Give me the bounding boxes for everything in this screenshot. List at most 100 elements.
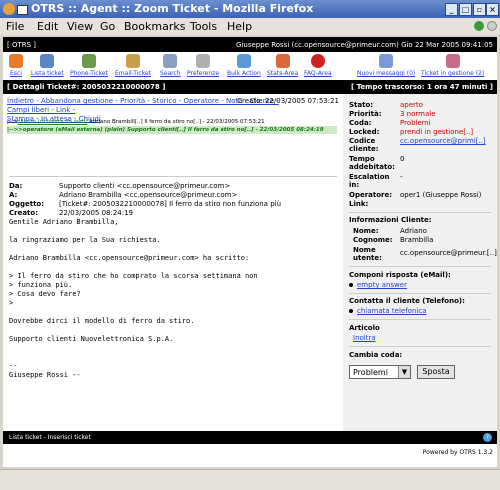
logout-icon (9, 54, 23, 68)
article-section-title: Articolo (349, 324, 380, 332)
divider (349, 293, 491, 294)
thread-item-selected[interactable]: |-->>operatore (eMail esterna) (plain) S… (7, 126, 337, 134)
preferences-button[interactable]: Preferenze (187, 54, 219, 77)
customer-id-link[interactable]: cc.opensource@primi[..] (400, 137, 486, 145)
new-messages-icon (379, 54, 394, 68)
username-value: cc.opensource@primeur.[..] (400, 249, 497, 257)
divider (349, 319, 491, 320)
agent-icon (445, 54, 460, 68)
new-messages-button[interactable]: Nuovi messaggi (0) (357, 54, 415, 77)
minimize-icon[interactable]: _ (445, 3, 458, 16)
customer-id-label: Codice cliente: (349, 137, 379, 153)
bulk-action-icon (236, 54, 251, 68)
last-name-label: Cognome: (353, 236, 393, 244)
escalation-label: Escalation in: (349, 173, 390, 189)
locked-link[interactable]: prendi in gestione[..] (400, 128, 473, 136)
to-label: A: (9, 191, 18, 199)
otrs-brand: [ OTRS ] (7, 41, 37, 49)
user-info: Giuseppe Rossi (cc.opensource@primeur.co… (236, 41, 493, 49)
close-window-icon[interactable]: × (486, 3, 499, 16)
empty-answer-item[interactable]: empty answer (349, 281, 407, 289)
forward-link[interactable]: Inoltra (353, 334, 376, 342)
divider (349, 212, 491, 213)
window-title: OTRS :: Agent :: Zoom Ticket - Mozilla F… (31, 2, 314, 15)
bullet-icon (349, 283, 353, 287)
bulk-action-button[interactable]: Bulk Action (227, 54, 261, 77)
to-value: Adriano Brambilla <cc.opensource@primeur… (59, 191, 238, 199)
username-label: Nome utente: (353, 246, 382, 262)
customer-info-title: Informazioni Cliente: (349, 216, 432, 224)
escalation-value: - (400, 173, 403, 181)
faq-area-button[interactable]: FAQ-Area (304, 54, 332, 77)
from-label: Da: (9, 182, 23, 190)
close-tab-icon[interactable] (487, 21, 497, 31)
link-label: Link: (349, 200, 369, 208)
article-created-label: Creato: (9, 209, 39, 217)
owner-label: Operatore: (349, 191, 393, 199)
bullet-icon (349, 309, 353, 313)
chevron-down-icon: ▼ (398, 366, 410, 378)
article-thread: |-->cliente (richiesta da web) Adriano B… (7, 118, 337, 134)
menu-edit[interactable]: Edit (37, 20, 58, 33)
first-name-value: Adriano (400, 227, 427, 235)
search-icon (163, 54, 178, 68)
faq-icon (310, 54, 325, 68)
firefox-icon[interactable] (3, 3, 15, 15)
ticket-info-panel: Stato: aperto Priorità: 3 normale Coda: … (343, 94, 497, 431)
window-menu-icon[interactable] (17, 5, 28, 15)
time-accounted-value: 0 (400, 155, 405, 163)
menu-tools[interactable]: Tools (190, 20, 217, 33)
priority-value: 3 normale (400, 110, 436, 118)
time-accounted-label: Tempo addebitato: (349, 155, 395, 171)
list-icon (40, 54, 55, 68)
ticket-title: [ Dettagli Ticket#: 2005032210000078 ] (7, 83, 166, 91)
priority-label: Priorità: (349, 110, 382, 118)
queue-label: Coda: (349, 119, 372, 127)
powered-by: Powered by OTRS 1.3.2 (422, 449, 493, 456)
menu-view[interactable]: View (67, 20, 93, 33)
stats-icon (275, 54, 290, 68)
email-icon (126, 54, 140, 68)
restore-icon[interactable]: ▫ (473, 3, 486, 16)
contact-customer-title: Contatta il cliente (Telefono): (349, 297, 465, 305)
divider (9, 176, 337, 177)
footer-powered: Powered by OTRS 1.3.2 (3, 444, 497, 467)
email-ticket-button[interactable]: Email-Ticket (115, 54, 151, 77)
maximize-icon[interactable]: □ (459, 3, 472, 16)
menu-bookmarks[interactable]: Bookmarks (124, 20, 185, 33)
help-icon[interactable]: ? (483, 433, 492, 442)
divider (349, 346, 491, 347)
state-label: Stato: (349, 101, 374, 109)
owner-value: oper1 (Giuseppe Rossi) (400, 191, 482, 199)
move-button[interactable]: Sposta (417, 365, 455, 379)
phone-ticket-button[interactable]: Phone-Ticket (70, 54, 108, 77)
menu-help[interactable]: Help (227, 20, 252, 33)
phone-icon (81, 54, 96, 68)
tickets-in-progress-button[interactable]: Ticket in gestione (2) (421, 54, 484, 77)
article-body: Gentile Adriano Brambilla, la ringraziam… (9, 218, 258, 379)
compose-answer-title: Componi risposta (eMail): (349, 271, 451, 279)
menu-go[interactable]: Go (100, 20, 115, 33)
menu-file[interactable]: File (6, 20, 24, 33)
browser-status-bar (0, 469, 500, 490)
go-icon[interactable] (474, 21, 484, 31)
locked-label: Locked: (349, 128, 380, 136)
logout-button[interactable]: Esci (9, 54, 23, 77)
phone-call-item[interactable]: chiamata telefonica (349, 307, 426, 315)
queue-select[interactable]: Problemi ▼ (349, 365, 411, 379)
ticket-created: Creato: 22/03/2005 07:53:21 (237, 97, 339, 105)
stats-area-button[interactable]: Stats-Area (267, 54, 298, 77)
page-content: [ OTRS ] Giuseppe Rossi (cc.opensource@p… (3, 37, 497, 467)
subject-label: Oggetto: (9, 200, 45, 208)
search-button[interactable]: Search (160, 54, 181, 77)
from-value: Supporto clienti <cc.opensource@primeur.… (59, 182, 231, 190)
ticket-list-button[interactable]: Lista ticket (31, 54, 64, 77)
article-panel: Indietro - Abbandona gestione - Priorità… (3, 94, 343, 431)
thread-item[interactable]: |-->cliente (richiesta da web) Adriano B… (7, 118, 337, 126)
ticket-header: [ Dettagli Ticket#: 2005032210000078 ] [… (3, 80, 497, 94)
first-name-label: Nome: (353, 227, 379, 235)
change-queue-title: Cambia coda: (349, 351, 403, 359)
footer-links[interactable]: Lista ticket - Inserisci ticket (9, 434, 91, 441)
elapsed-time: [ Tempo trascorso: 1 ora 47 minuti ] (350, 83, 493, 91)
queue-value: Problemi (400, 119, 431, 127)
